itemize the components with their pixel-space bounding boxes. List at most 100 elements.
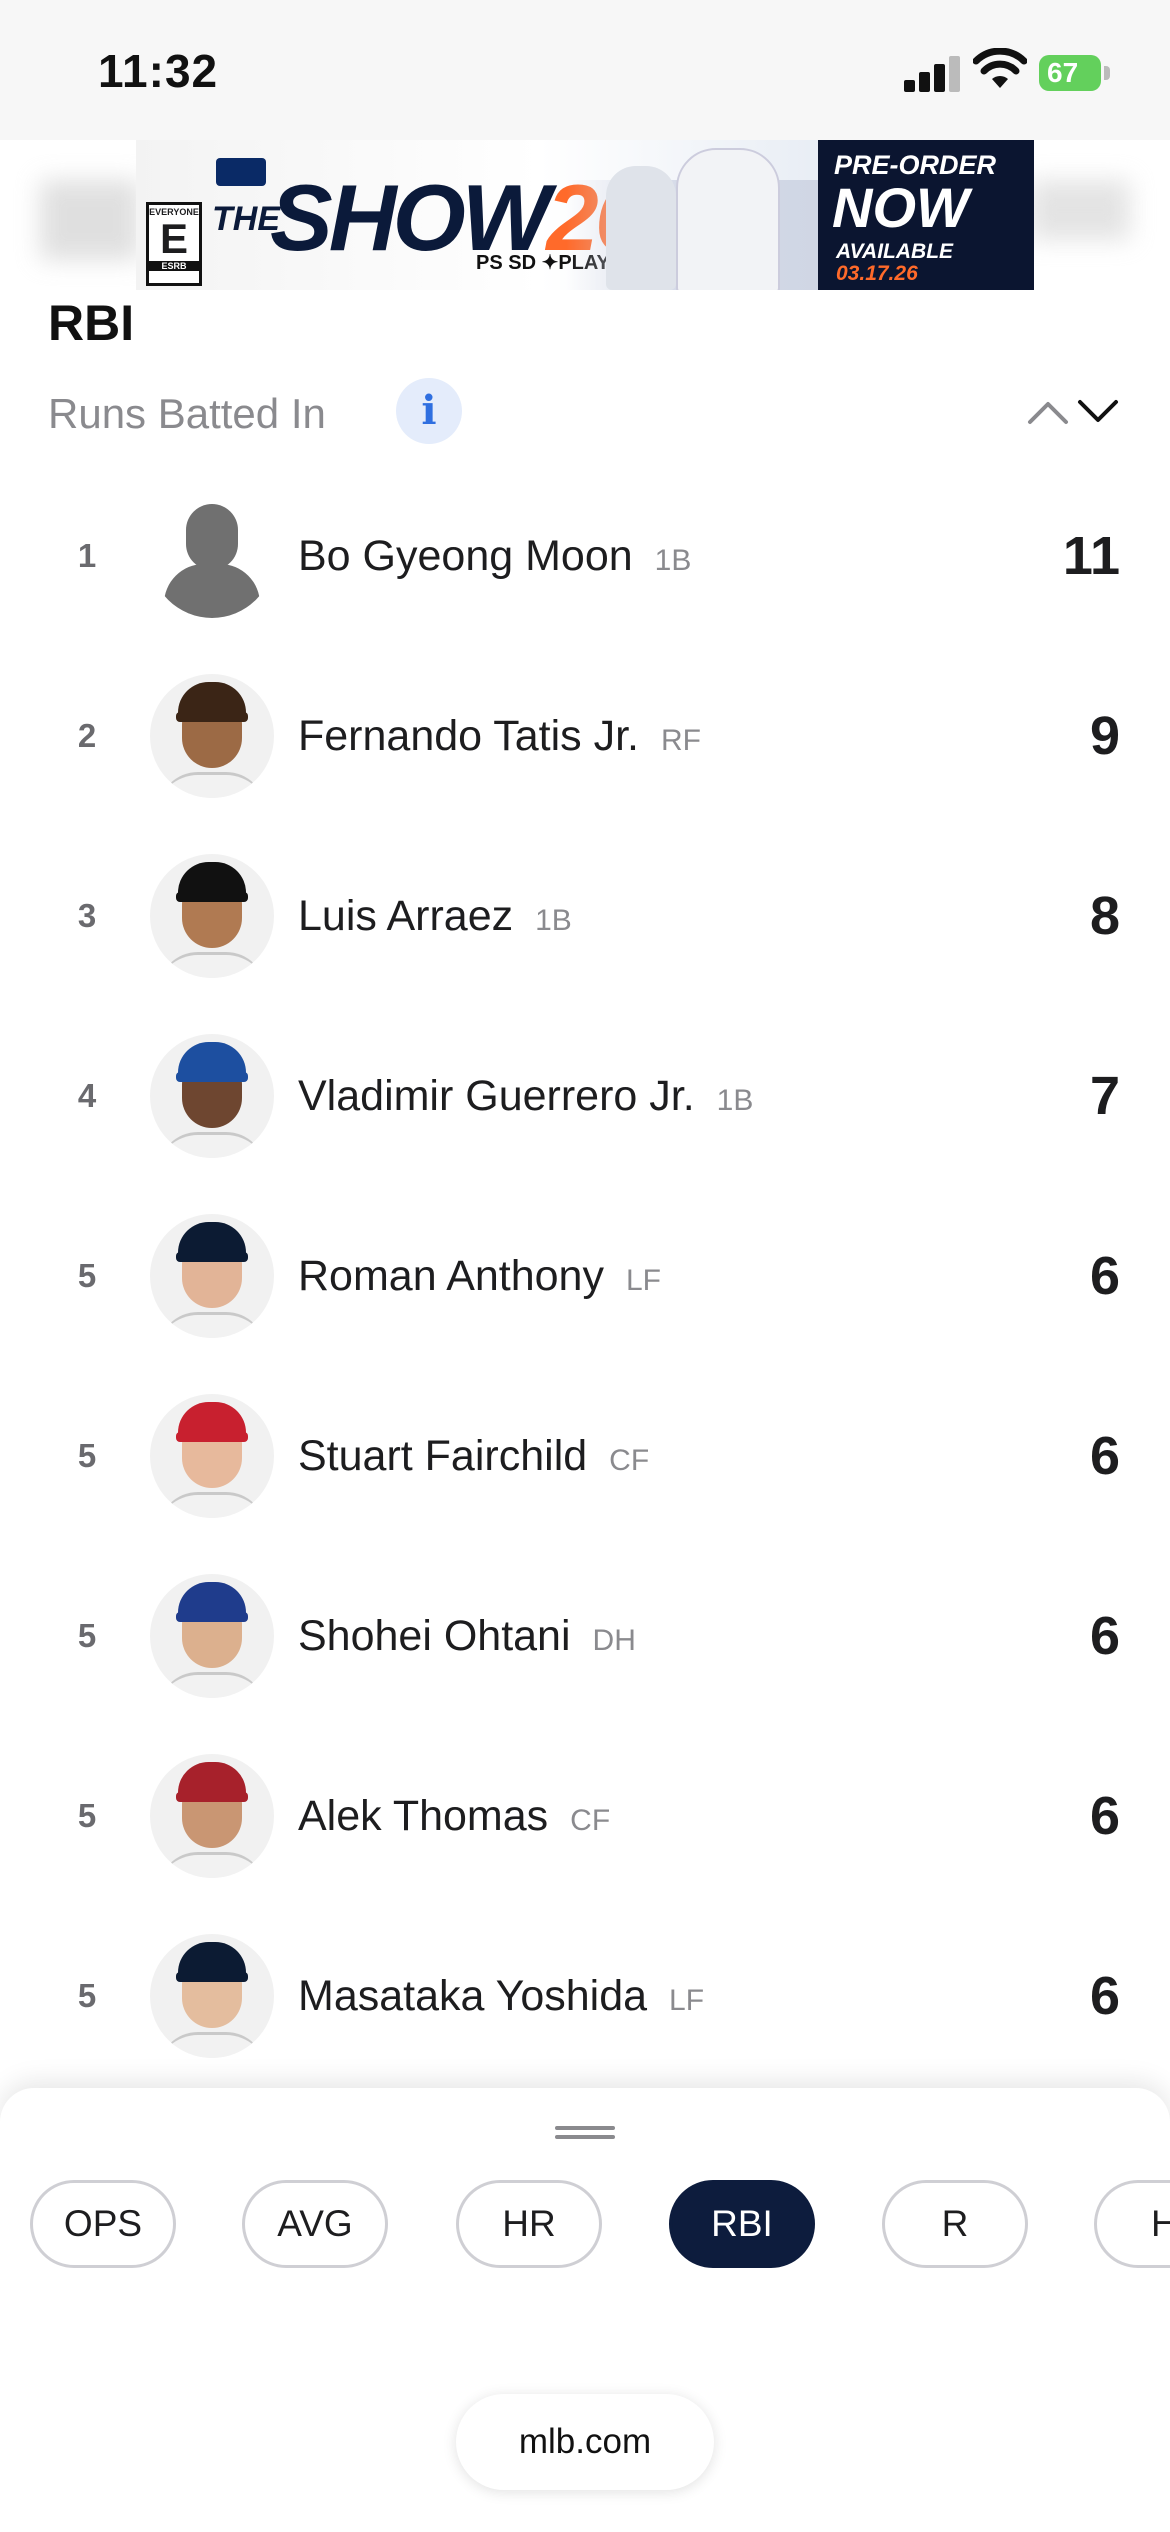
- player-avatar: [150, 1574, 274, 1698]
- player-position: RF: [661, 724, 701, 757]
- player-name-text: Stuart Fairchild: [298, 1432, 588, 1480]
- avatar-jersey: [158, 772, 266, 798]
- avatar-cap-brim: [176, 892, 248, 902]
- player-name[interactable]: Stuart Fairchild CF: [298, 1366, 649, 1546]
- sheet-drag-handle[interactable]: [555, 2126, 615, 2140]
- avatar-cap-brim: [176, 1252, 248, 1262]
- player-avatar: [150, 1754, 274, 1878]
- ad-release-date: 03.17.26: [836, 262, 918, 285]
- leader-row[interactable]: 4 Vladimir Guerrero Jr. 1B 7: [0, 1006, 1170, 1186]
- sort-ascending-icon[interactable]: [1026, 398, 1070, 426]
- cellular-signal-icon: [904, 56, 960, 92]
- status-bar: 11:32 67: [0, 0, 1170, 140]
- avatar-body: [164, 564, 260, 618]
- esrb-rating-badge: EVERYONE E ESRB: [146, 202, 202, 286]
- status-time: 11:32: [98, 45, 219, 97]
- player-avatar: [150, 1934, 274, 2058]
- ad-player-image: [606, 166, 676, 290]
- player-position: LF: [625, 1264, 661, 1297]
- tab-h[interactable]: H: [1094, 2180, 1170, 2268]
- player-avatar: [150, 1394, 274, 1518]
- info-icon[interactable]: i: [396, 378, 462, 444]
- avatar-jersey: [158, 2032, 266, 2058]
- leader-rank: 5: [77, 1797, 97, 1834]
- tab-ops[interactable]: OPS: [30, 2180, 176, 2268]
- rating-letter: E: [159, 215, 188, 262]
- ad-now-label: NOW: [832, 176, 969, 239]
- leader-row[interactable]: 2 Fernando Tatis Jr. RF 9: [0, 646, 1170, 826]
- player-avatar: [150, 1214, 274, 1338]
- leader-row[interactable]: 3 Luis Arraez 1B 8: [0, 826, 1170, 1006]
- player-name-text: Alek Thomas: [298, 1792, 549, 1840]
- avatar-cap-brim: [176, 1792, 248, 1802]
- stat-value: 6: [1089, 1606, 1120, 1666]
- leader-row[interactable]: 5 Alek Thomas CF 6: [0, 1726, 1170, 1906]
- avatar-cap-brim: [176, 1972, 248, 1982]
- browser-url-bar[interactable]: mlb.com: [456, 2394, 714, 2490]
- stat-value: 6: [1089, 1786, 1120, 1846]
- player-position: CF: [570, 1804, 611, 1837]
- leader-row[interactable]: 1 Bo Gyeong Moon 1B 11: [0, 466, 1170, 646]
- player-name[interactable]: Vladimir Guerrero Jr. 1B: [298, 1006, 753, 1186]
- ad-player-image: [676, 148, 780, 290]
- battery-tip: [1104, 66, 1110, 80]
- player-avatar-silhouette: [150, 494, 274, 618]
- player-name-text: Luis Arraez: [298, 892, 514, 940]
- leader-row[interactable]: 5 Shohei Ohtani DH 6: [0, 1546, 1170, 1726]
- player-name[interactable]: Shohei Ohtani DH: [298, 1546, 636, 1726]
- leader-rank: 5: [77, 1437, 97, 1474]
- leader-rank: 3: [77, 897, 97, 934]
- player-avatar: [150, 854, 274, 978]
- player-name[interactable]: Bo Gyeong Moon 1B: [298, 466, 691, 646]
- leader-rank: 5: [77, 1257, 97, 1294]
- player-position: CF: [609, 1444, 650, 1477]
- blurred-background-right: [1030, 180, 1130, 240]
- leader-rank: 4: [77, 1077, 97, 1114]
- tab-rbi[interactable]: RBI: [669, 2180, 815, 2268]
- player-name-text: Bo Gyeong Moon: [298, 532, 633, 580]
- ad-banner[interactable]: EVERYONE E ESRB THE SHOW26 PS SD ✦PLAYER…: [136, 140, 1034, 290]
- player-name[interactable]: Luis Arraez 1B: [298, 826, 572, 1006]
- player-name-text: Masataka Yoshida: [298, 1972, 648, 2020]
- avatar-jersey: [158, 1312, 266, 1338]
- stat-value: 7: [1089, 1066, 1120, 1126]
- player-name[interactable]: Alek Thomas CF: [298, 1726, 610, 1906]
- player-position: DH: [592, 1624, 636, 1657]
- player-name-text: Roman Anthony: [298, 1252, 604, 1300]
- avatar-cap-brim: [176, 1432, 248, 1442]
- avatar-cap-brim: [176, 1072, 248, 1082]
- player-avatar: [150, 674, 274, 798]
- mlb-logo-icon: [216, 158, 266, 186]
- stat-value: 11: [1062, 526, 1120, 586]
- battery-icon: 67: [1039, 55, 1101, 91]
- player-position: 1B: [716, 1084, 754, 1117]
- player-name-text: Fernando Tatis Jr.: [298, 712, 639, 760]
- player-position: 1B: [535, 904, 572, 937]
- player-position: LF: [669, 1984, 705, 2017]
- stat-value: 6: [1089, 1246, 1120, 1306]
- page-title: RBI: [48, 295, 135, 351]
- leader-rank: 5: [77, 1617, 97, 1654]
- player-name[interactable]: Masataka Yoshida LF: [298, 1906, 704, 2086]
- leader-row[interactable]: 5 Roman Anthony LF 6: [0, 1186, 1170, 1366]
- sort-descending-icon[interactable]: [1076, 398, 1120, 426]
- avatar-head: [186, 504, 238, 570]
- tab-hr[interactable]: HR: [456, 2180, 602, 2268]
- leader-row[interactable]: 5 Stuart Fairchild CF 6: [0, 1366, 1170, 1546]
- avatar-jersey: [158, 1852, 266, 1878]
- player-name[interactable]: Fernando Tatis Jr. RF: [298, 646, 701, 826]
- leader-rank: 5: [77, 1977, 97, 2014]
- tab-r[interactable]: R: [882, 2180, 1028, 2268]
- avatar-jersey: [158, 952, 266, 978]
- tab-avg[interactable]: AVG: [242, 2180, 388, 2268]
- rating-bottom: ESRB: [149, 261, 199, 271]
- leader-row[interactable]: 5 Masataka Yoshida LF 6: [0, 1906, 1170, 2086]
- battery-level: 67: [1047, 57, 1079, 88]
- avatar-jersey: [158, 1132, 266, 1158]
- ad-available-label: AVAILABLE: [836, 240, 954, 263]
- player-name[interactable]: Roman Anthony LF: [298, 1186, 661, 1366]
- avatar-cap-brim: [176, 712, 248, 722]
- player-name-text: Vladimir Guerrero Jr.: [298, 1072, 695, 1120]
- stat-value: 6: [1089, 1426, 1120, 1486]
- stat-value: 9: [1089, 706, 1120, 766]
